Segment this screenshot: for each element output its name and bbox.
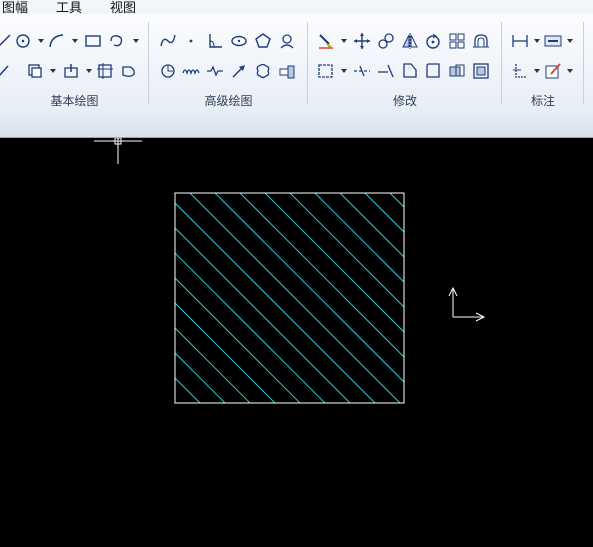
hatch-line [189,193,401,403]
hatch-line [364,193,404,233]
rectangle-tool-icon[interactable] [84,32,102,50]
hatch-line [175,252,326,403]
ellipse-tool-icon[interactable] [230,32,248,50]
ribbon-group-label: 修改 [392,94,417,108]
menu-item-view[interactable]: 视图 [110,0,136,14]
ribbon-group-label: 高级绘图 [204,94,253,108]
text-annotation-icon[interactable] [544,32,562,50]
rotate-tool-icon[interactable] [424,32,442,50]
text-dropdown-icon[interactable] [86,68,92,74]
hatch-line [175,352,226,403]
circle-dropdown-icon[interactable] [38,38,44,44]
hatch-tool-icon[interactable] [26,62,44,80]
hatch-line [415,193,593,453]
ribbon-group-label: 基本绘图 [50,94,99,108]
scale-dropdown-icon[interactable] [341,68,347,74]
region-tool-icon[interactable] [120,62,138,80]
centerline-tool-icon[interactable] [278,32,296,50]
circle-tool-icon[interactable] [14,32,32,50]
hatch-line [175,302,276,403]
hatch-line [214,193,404,383]
ribbon-group-annotate: 标注 [502,14,584,112]
ribbon-group-basic-draw: 基本绘图 [0,14,149,112]
cloud-line-icon[interactable] [254,62,272,80]
scale-tool-icon[interactable] [317,62,335,80]
break-line-icon[interactable] [206,62,224,80]
drawing-svg [0,138,593,453]
hatch-fill [0,193,593,453]
copy-tool-icon[interactable] [377,32,395,50]
fastener-tool-icon[interactable] [278,62,296,80]
menu-item-frame[interactable]: 图幅 [2,0,28,14]
dimension-tool-icon[interactable] [511,32,529,50]
axis-tool-icon[interactable] [206,32,224,50]
array-tool-icon[interactable] [448,32,466,50]
menu-bar: 图幅 工具 视图 [0,0,593,14]
hatch-dropdown-icon[interactable] [50,68,56,74]
grid-frame-icon[interactable] [96,62,114,80]
edit-annotation-dropdown-icon[interactable] [567,68,573,74]
ribbon-group-label: 标注 [530,94,555,108]
hatch-line [175,327,251,403]
mirror-tool-icon[interactable] [401,32,419,50]
point-tool-icon[interactable] [182,32,200,50]
arrow-tool-icon[interactable] [230,62,248,80]
ribbon-toolbar: 基本绘图 高级绘图 修改 标注 [0,14,593,113]
explode-tool-icon[interactable] [472,62,490,80]
hatch-line [314,193,404,283]
construction-line-icon[interactable] [0,62,14,80]
line-tool-icon[interactable] [0,32,14,50]
text-tool-icon[interactable] [62,62,80,80]
drawing-canvas[interactable] [0,138,593,547]
coordinate-dropdown-icon[interactable] [534,68,540,74]
hatch-line [239,193,404,358]
ucs-icon [448,286,486,322]
ring-tool-icon[interactable] [159,62,177,80]
offset-tool-icon[interactable] [472,32,490,50]
delete-tool-icon[interactable] [317,32,335,50]
dimension-dropdown-icon[interactable] [534,38,540,44]
polygon-tool-icon[interactable] [254,32,272,50]
hatch-line [175,277,301,403]
property-toolbar-strip [0,112,593,138]
wave-line-icon[interactable] [182,62,200,80]
polyline-tool-icon[interactable] [108,32,126,50]
move-tool-icon[interactable] [353,32,371,50]
hatch-line [389,193,404,208]
arc-tool-icon[interactable] [48,32,66,50]
arc-dropdown-icon[interactable] [72,38,78,44]
coordinate-annotation-icon[interactable] [511,62,529,80]
text-annotation-dropdown-icon[interactable] [567,38,573,44]
hatch-line [175,377,201,403]
ribbon-group-advanced-draw: 高级绘图 [149,14,308,112]
delete-dropdown-icon[interactable] [341,38,347,44]
menu-item-tools[interactable]: 工具 [56,0,82,14]
group-divider [583,22,584,104]
chamfer-tool-icon[interactable] [401,62,419,80]
hatch-line [175,227,351,403]
extend-tool-icon[interactable] [377,62,395,80]
stretch-tool-icon[interactable] [448,62,466,80]
hatch-line [175,202,376,403]
spline-tool-icon[interactable] [159,32,177,50]
hatch-line [289,193,404,308]
fillet-tool-icon[interactable] [424,62,442,80]
edit-annotation-icon[interactable] [544,62,562,80]
ribbon-group-modify: 修改 [308,14,502,112]
crosshair-cursor [94,138,142,164]
hatch-line [175,402,176,403]
hatch-line [339,193,404,258]
hatch-line [0,193,175,453]
hatch-line [0,193,200,453]
polyline-dropdown-icon[interactable] [133,38,139,44]
trim-tool-icon[interactable] [353,62,371,80]
hatch-line [264,193,404,333]
